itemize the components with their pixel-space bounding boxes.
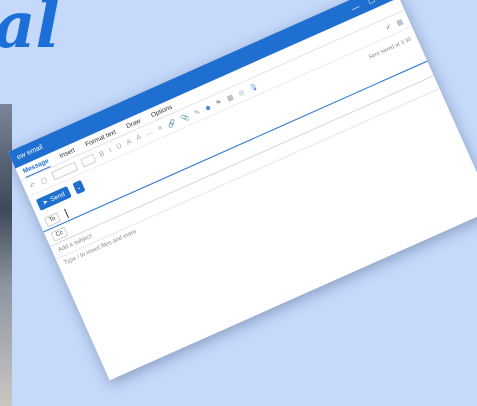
send-label: Send: [49, 190, 66, 204]
bold-icon[interactable]: B: [98, 150, 105, 158]
italic-icon[interactable]: I: [108, 147, 113, 154]
grid-icon[interactable]: ▦: [225, 93, 235, 102]
apps-icon[interactable]: ▦: [395, 17, 404, 27]
send-options-chevron-icon[interactable]: ⌄: [72, 180, 86, 195]
background-photo-strip: [0, 104, 12, 406]
highlight-icon[interactable]: A: [126, 138, 133, 146]
tag-icon[interactable]: ◆: [204, 103, 212, 113]
font-size-select[interactable]: [79, 153, 97, 168]
link-icon[interactable]: 🔗: [166, 118, 177, 129]
compose-window: ew email — ☐ ✕ Message Insert Format tex…: [8, 0, 477, 381]
clipboard-icon[interactable]: ▢: [39, 175, 49, 185]
dictate-icon[interactable]: 🎙: [248, 82, 259, 92]
font-color-icon[interactable]: A: [135, 134, 142, 142]
background-script-text: al: [0, 0, 60, 63]
sensitivity-icon[interactable]: ◎: [237, 88, 245, 98]
undo-icon[interactable]: ↶: [28, 181, 37, 190]
bullets-icon[interactable]: ≡: [157, 125, 164, 133]
editor-icon[interactable]: ✔: [384, 22, 393, 32]
send-icon: ➤: [41, 198, 50, 207]
attach-icon[interactable]: 📎: [179, 112, 191, 123]
minimize-icon[interactable]: —: [350, 2, 361, 13]
signature-icon[interactable]: ✎: [193, 107, 201, 117]
flag-icon[interactable]: ⚑: [214, 98, 223, 108]
maximize-icon[interactable]: ☐: [366, 0, 376, 6]
more-icon[interactable]: ⋯: [145, 128, 154, 138]
underline-icon[interactable]: U: [115, 143, 122, 151]
